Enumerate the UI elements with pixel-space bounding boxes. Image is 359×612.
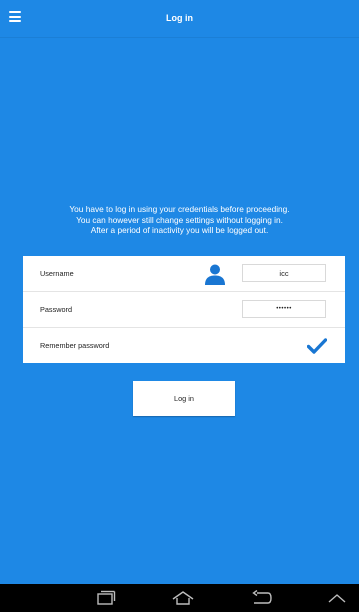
- system-nav-bar: [0, 584, 359, 612]
- collapse-icon[interactable]: [325, 590, 349, 606]
- password-field[interactable]: [242, 300, 326, 318]
- login-notice: You have to log in using your credential…: [20, 204, 339, 236]
- recent-apps-icon[interactable]: [93, 590, 117, 606]
- login-form: Username Password Remember password: [23, 256, 345, 363]
- remember-password-row[interactable]: Remember password: [23, 328, 345, 363]
- notice-line: After a period of inactivity you will be…: [90, 225, 269, 235]
- back-icon[interactable]: [249, 590, 273, 606]
- page-title: Log in: [166, 13, 193, 23]
- notice-line: You can however still change settings wi…: [76, 214, 283, 225]
- app-bar: Log in: [0, 0, 359, 38]
- password-label: Password: [40, 305, 73, 314]
- remember-password-label: Remember password: [40, 341, 110, 350]
- login-button[interactable]: Log in: [133, 381, 235, 416]
- username-field[interactable]: [242, 264, 326, 282]
- user-icon: [205, 264, 225, 285]
- username-label: Username: [40, 269, 74, 278]
- password-row: Password: [23, 292, 345, 328]
- checkmark-icon[interactable]: [307, 338, 327, 354]
- username-row: Username: [23, 256, 345, 292]
- notice-line: You have to log in using your credential…: [69, 204, 290, 214]
- home-icon[interactable]: [171, 590, 195, 606]
